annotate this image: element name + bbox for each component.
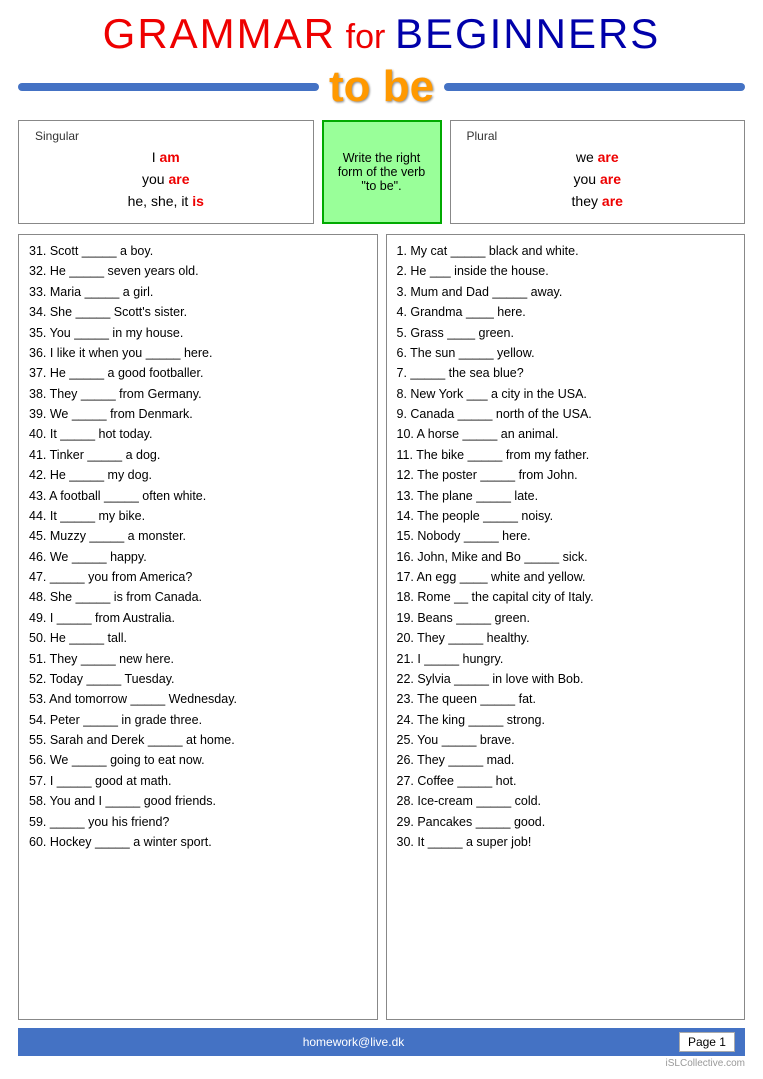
left-exercise-item: 33. Maria _____ a girl.	[29, 283, 367, 302]
singular-row-3: he, she, it is	[35, 193, 297, 209]
left-exercise-item: 52. Today _____ Tuesday.	[29, 670, 367, 689]
right-exercise-item: 27. Coffee _____ hot.	[397, 772, 735, 791]
left-exercise-item: 57. I _____ good at math.	[29, 772, 367, 791]
singular-row-1: I am	[35, 149, 297, 165]
watermark: iSLCollective.com	[18, 1058, 745, 1069]
right-exercise-item: 10. A horse _____ an animal.	[397, 425, 735, 444]
right-exercise-item: 5. Grass ____ green.	[397, 324, 735, 343]
left-exercise-item: 44. It _____ my bike.	[29, 507, 367, 526]
blue-line-right	[444, 83, 745, 91]
right-exercise-item: 13. The plane _____ late.	[397, 487, 735, 506]
left-exercise-item: 37. He _____ a good footballer.	[29, 364, 367, 383]
left-exercise-item: 48. She _____ is from Canada.	[29, 588, 367, 607]
left-exercise-item: 58. You and I _____ good friends.	[29, 792, 367, 811]
right-exercise-item: 12. The poster _____ from John.	[397, 466, 735, 485]
exercises-row: 31. Scott _____ a boy.32. He _____ seven…	[18, 234, 745, 1020]
left-exercise-item: 43. A football _____ often white.	[29, 487, 367, 506]
left-exercise-item: 47. _____ you from America?	[29, 568, 367, 587]
left-exercise-item: 59. _____ you his friend?	[29, 813, 367, 832]
left-exercise-item: 53. And tomorrow _____ Wednesday.	[29, 690, 367, 709]
left-exercise-item: 50. He _____ tall.	[29, 629, 367, 648]
right-exercise-item: 16. John, Mike and Bo _____ sick.	[397, 548, 735, 567]
right-exercise-item: 9. Canada _____ north of the USA.	[397, 405, 735, 424]
right-exercise-item: 23. The queen _____ fat.	[397, 690, 735, 709]
grammar-table-section: Singular I am you are he, she, it is Wri…	[18, 120, 745, 224]
plural-row-1: we are	[467, 149, 729, 165]
left-exercise-item: 46. We _____ happy.	[29, 548, 367, 567]
right-exercise-item: 19. Beans _____ green.	[397, 609, 735, 628]
plural-row-3: they are	[467, 193, 729, 209]
verb-are-1: are	[168, 171, 189, 187]
title-tobe: to be	[329, 62, 434, 112]
right-exercise-item: 18. Rome __ the capital city of Italy.	[397, 588, 735, 607]
right-exercise-item: 24. The king _____ strong.	[397, 711, 735, 730]
right-exercise-item: 3. Mum and Dad _____ away.	[397, 283, 735, 302]
left-exercise-item: 60. Hockey _____ a winter sport.	[29, 833, 367, 852]
verb-are-4: are	[602, 193, 623, 209]
verb-am: am	[160, 149, 180, 165]
footer-page: Page 1	[679, 1032, 735, 1052]
verb-are-3: are	[600, 171, 621, 187]
left-exercise-item: 36. I like it when you _____ here.	[29, 344, 367, 363]
right-exercise-item: 28. Ice-cream _____ cold.	[397, 792, 735, 811]
plural-row-2: you are	[467, 171, 729, 187]
singular-box: Singular I am you are he, she, it is	[18, 120, 314, 224]
left-exercise-item: 49. I _____ from Australia.	[29, 609, 367, 628]
singular-label: Singular	[35, 129, 297, 143]
left-exercise-item: 41. Tinker _____ a dog.	[29, 446, 367, 465]
right-exercise-item: 20. They _____ healthy.	[397, 629, 735, 648]
plural-label: Plural	[467, 129, 729, 143]
left-exercise-item: 32. He _____ seven years old.	[29, 262, 367, 281]
plural-box: Plural we are you are they are	[450, 120, 746, 224]
right-exercise-item: 6. The sun _____ yellow.	[397, 344, 735, 363]
right-exercise-item: 21. I _____ hungry.	[397, 650, 735, 669]
center-instruction-text: Write the right form of the verb "to be"…	[332, 151, 432, 193]
footer: homework@live.dk Page 1	[18, 1028, 745, 1056]
right-exercise-item: 25. You _____ brave.	[397, 731, 735, 750]
right-exercise-item: 11. The bike _____ from my father.	[397, 446, 735, 465]
right-exercise-item: 29. Pancakes _____ good.	[397, 813, 735, 832]
left-exercise-item: 56. We _____ going to eat now.	[29, 751, 367, 770]
left-exercise-item: 55. Sarah and Derek _____ at home.	[29, 731, 367, 750]
right-exercise-item: 1. My cat _____ black and white.	[397, 242, 735, 261]
right-exercise-col: 1. My cat _____ black and white.2. He __…	[386, 234, 746, 1020]
right-exercise-item: 4. Grandma ____ here.	[397, 303, 735, 322]
footer-email: homework@live.dk	[303, 1035, 405, 1049]
right-exercise-item: 15. Nobody _____ here.	[397, 527, 735, 546]
blue-line-left	[18, 83, 319, 91]
subtitle-row: to be	[18, 62, 745, 112]
title-grammar: GRAMMAR	[103, 10, 336, 57]
center-instruction-box: Write the right form of the verb "to be"…	[322, 120, 442, 224]
left-exercise-item: 40. It _____ hot today.	[29, 425, 367, 444]
title-section: GRAMMAR for BEGINNERS	[18, 10, 745, 58]
page: GRAMMAR for BEGINNERS to be Singular I a…	[0, 0, 763, 1079]
singular-row-2: you are	[35, 171, 297, 187]
right-exercise-item: 8. New York ___ a city in the USA.	[397, 385, 735, 404]
left-exercise-item: 39. We _____ from Denmark.	[29, 405, 367, 424]
left-exercise-item: 45. Muzzy _____ a monster.	[29, 527, 367, 546]
verb-are-2: are	[598, 149, 619, 165]
left-exercise-item: 42. He _____ my dog.	[29, 466, 367, 485]
title-beginners: BEGINNERS	[395, 10, 660, 57]
left-exercise-item: 51. They _____ new here.	[29, 650, 367, 669]
left-exercise-item: 38. They _____ from Germany.	[29, 385, 367, 404]
right-exercise-item: 30. It _____ a super job!	[397, 833, 735, 852]
right-exercise-item: 17. An egg ____ white and yellow.	[397, 568, 735, 587]
verb-is: is	[192, 193, 204, 209]
left-exercise-item: 34. She _____ Scott's sister.	[29, 303, 367, 322]
left-exercise-item: 31. Scott _____ a boy.	[29, 242, 367, 261]
right-exercise-item: 2. He ___ inside the house.	[397, 262, 735, 281]
title-for: for	[346, 18, 386, 56]
left-exercise-col: 31. Scott _____ a boy.32. He _____ seven…	[18, 234, 378, 1020]
right-exercise-item: 7. _____ the sea blue?	[397, 364, 735, 383]
right-exercise-item: 26. They _____ mad.	[397, 751, 735, 770]
right-exercise-item: 14. The people _____ noisy.	[397, 507, 735, 526]
right-exercise-item: 22. Sylvia _____ in love with Bob.	[397, 670, 735, 689]
left-exercise-item: 35. You _____ in my house.	[29, 324, 367, 343]
left-exercise-item: 54. Peter _____ in grade three.	[29, 711, 367, 730]
